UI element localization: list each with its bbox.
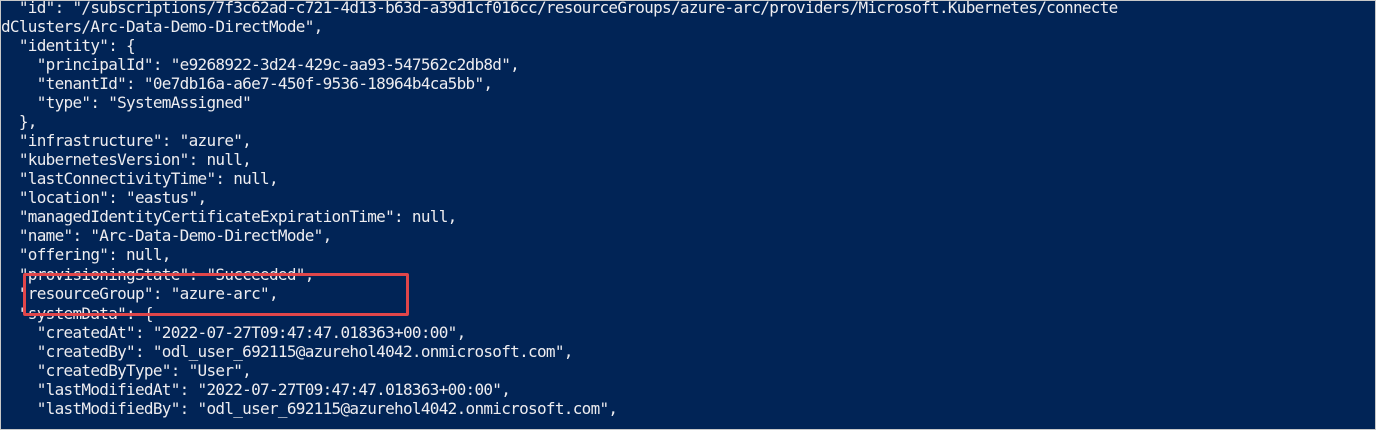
terminal-line: "type": "SystemAssigned": [1, 93, 252, 112]
terminal-line: },: [1, 112, 38, 131]
terminal-line: "infrastructure": "azure",: [1, 131, 252, 150]
terminal-line: "kubernetesVersion": null,: [1, 150, 252, 169]
terminal-line: "lastModifiedBy": "odl_user_692115@azure…: [1, 399, 618, 418]
powershell-window: "id": "/subscriptions/7f3c62ad-c721-4d13…: [0, 0, 1376, 430]
terminal-line: "lastConnectivityTime": null,: [1, 169, 279, 188]
terminal-line: "lastModifiedAt": "2022-07-27T09:47:47.0…: [1, 380, 511, 399]
terminal-line: "managedIdentityCertificateExpirationTim…: [1, 207, 457, 226]
terminal-line: dClusters/Arc-Data-Demo-DirectMode",: [1, 17, 323, 36]
terminal-line: "createdBy": "odl_user_692115@azurehol40…: [1, 342, 574, 361]
terminal-output: "id": "/subscriptions/7f3c62ad-c721-4d13…: [1, 1, 1375, 429]
terminal-line: "tenantId": "0e7db16a-a6e7-450f-9536-189…: [1, 74, 493, 93]
terminal-line: "createdAt": "2022-07-27T09:47:47.018363…: [1, 323, 466, 342]
terminal-line: "createdByType": "User",: [1, 361, 252, 380]
terminal-line: "principalId": "e9268922-3d24-429c-aa93-…: [1, 55, 520, 74]
terminal-line: "identity": {: [1, 36, 136, 55]
terminal-line: "id": "/subscriptions/7f3c62ad-c721-4d13…: [1, 1, 1118, 17]
terminal-line: "offering": null,: [1, 245, 172, 264]
terminal-line: "location": "eastus",: [1, 188, 207, 207]
terminal-line: "name": "Arc-Data-Demo-DirectMode",: [1, 226, 332, 245]
highlight-annotation-box: [23, 273, 409, 316]
